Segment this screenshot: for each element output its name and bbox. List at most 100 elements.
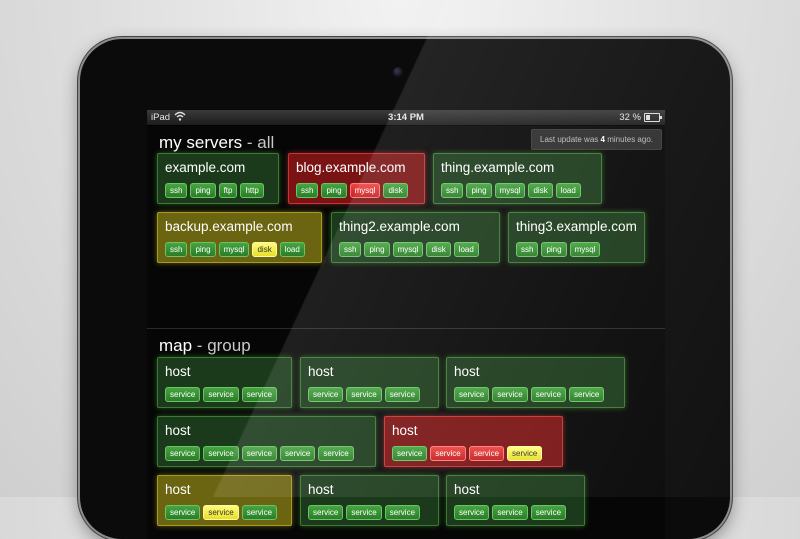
- screen: iPad 3:14 PM 32 % Last update was 4 minu…: [147, 110, 665, 539]
- check-badge-service[interactable]: service: [384, 505, 421, 520]
- check-badge-service[interactable]: service: [530, 387, 567, 402]
- check-badge-service[interactable]: service: [468, 446, 505, 461]
- check-badge-ping[interactable]: ping: [466, 183, 492, 198]
- ipad-device: iPad 3:14 PM 32 % Last update was 4 minu…: [80, 39, 730, 539]
- check-badge-http[interactable]: http: [240, 183, 264, 198]
- check-badge-service[interactable]: service: [280, 446, 316, 461]
- section-title-map: map - group: [159, 336, 251, 355]
- check-badge-ssh[interactable]: ssh: [296, 183, 319, 198]
- check-badge-service[interactable]: service: [492, 505, 528, 520]
- check-badge-service[interactable]: service: [203, 446, 239, 461]
- check-badge-service[interactable]: service: [454, 387, 490, 402]
- host-name: host: [454, 482, 480, 497]
- check-badge-ftp[interactable]: ftp: [218, 183, 238, 198]
- host-card[interactable]: host service service service: [300, 357, 439, 408]
- check-badge-load[interactable]: load: [453, 242, 479, 257]
- check-tags: ssh ping ftp http: [165, 180, 271, 198]
- check-badge-mysql[interactable]: mysql: [494, 183, 526, 198]
- check-badge-ping[interactable]: ping: [321, 183, 347, 198]
- check-badge-disk[interactable]: disk: [252, 242, 277, 257]
- check-badge-mysql[interactable]: mysql: [218, 242, 250, 257]
- update-suffix: minutes ago.: [607, 135, 653, 144]
- host-card[interactable]: host service service service service service: [157, 416, 376, 467]
- check-badge-service[interactable]: service: [165, 387, 201, 402]
- host-name: host: [392, 423, 418, 438]
- status-bar: iPad 3:14 PM 32 %: [147, 110, 665, 126]
- check-badge-service[interactable]: service: [507, 446, 543, 461]
- check-badge-service[interactable]: service: [392, 446, 428, 461]
- check-badge-service[interactable]: service: [308, 505, 344, 520]
- host-card[interactable]: host service service service service: [446, 357, 625, 408]
- server-name: blog.example.com: [296, 160, 406, 175]
- server-name: example.com: [165, 160, 246, 175]
- check-badge-mysql[interactable]: mysql: [569, 242, 601, 257]
- host-card[interactable]: host service service service service: [384, 416, 563, 467]
- check-badge-service[interactable]: service: [165, 505, 201, 520]
- server-card[interactable]: thing2.example.com ssh ping mysql disk load: [331, 212, 500, 263]
- section-title-main: map: [159, 336, 193, 355]
- check-badge-service[interactable]: service: [346, 505, 382, 520]
- host-card[interactable]: host service service service: [157, 475, 292, 526]
- check-badge-service[interactable]: service: [346, 387, 382, 402]
- check-badge-disk[interactable]: disk: [426, 242, 451, 257]
- check-badge-service[interactable]: service: [308, 387, 344, 402]
- check-tags: ssh ping mysql disk load: [441, 180, 594, 198]
- check-badge-ping[interactable]: ping: [190, 242, 216, 257]
- check-badge-service[interactable]: service: [203, 505, 239, 520]
- check-badge-service[interactable]: service: [430, 446, 466, 461]
- check-badge-service[interactable]: service: [203, 387, 239, 402]
- check-badge-ssh[interactable]: ssh: [441, 183, 464, 198]
- host-name: host: [308, 364, 334, 379]
- check-badge-service[interactable]: service: [530, 505, 567, 520]
- check-badge-ping[interactable]: ping: [364, 242, 390, 257]
- host-name: host: [454, 364, 480, 379]
- last-update-notice: Last update was 4 minutes ago.: [531, 129, 662, 150]
- update-prefix: Last update was: [540, 135, 599, 144]
- status-time: 3:14 PM: [388, 112, 424, 123]
- server-name: backup.example.com: [165, 219, 293, 234]
- server-card[interactable]: thing3.example.com ssh ping mysql: [508, 212, 645, 263]
- check-badge-ssh[interactable]: ssh: [339, 242, 362, 257]
- check-badge-service[interactable]: service: [241, 387, 278, 402]
- update-minutes: 4: [600, 135, 605, 144]
- host-card[interactable]: host service service service: [300, 475, 439, 526]
- check-badge-ssh[interactable]: ssh: [165, 242, 188, 257]
- check-badge-ssh[interactable]: ssh: [165, 183, 188, 198]
- server-card[interactable]: backup.example.com ssh ping mysql disk load: [157, 212, 322, 263]
- host-card[interactable]: host service service service: [157, 357, 292, 408]
- check-badge-service[interactable]: service: [384, 387, 421, 402]
- section-divider: [147, 328, 665, 329]
- check-badge-service[interactable]: service: [454, 505, 490, 520]
- host-name: host: [165, 482, 191, 497]
- server-name: thing2.example.com: [339, 219, 460, 234]
- check-badge-service[interactable]: service: [165, 446, 201, 461]
- check-badge-mysql[interactable]: mysql: [392, 242, 424, 257]
- check-badge-load[interactable]: load: [279, 242, 305, 257]
- check-tags: ssh ping mysql disk load: [339, 239, 492, 257]
- check-tags: service service service service: [392, 443, 555, 461]
- host-name: host: [165, 364, 191, 379]
- check-badge-service[interactable]: service: [318, 446, 354, 461]
- check-badge-service[interactable]: service: [492, 387, 528, 402]
- check-badge-ssh[interactable]: ssh: [516, 242, 539, 257]
- server-card[interactable]: blog.example.com ssh ping mysql disk: [288, 153, 425, 204]
- host-card[interactable]: host service service service: [446, 475, 585, 526]
- check-badge-disk[interactable]: disk: [528, 183, 553, 198]
- section-title-my-servers: my servers - all: [159, 133, 275, 152]
- check-badge-ping[interactable]: ping: [190, 183, 216, 198]
- check-tags: service service service: [165, 384, 284, 402]
- check-badge-service[interactable]: service: [241, 446, 278, 461]
- server-card[interactable]: thing.example.com ssh ping mysql disk load: [433, 153, 602, 204]
- check-tags: service service service: [308, 502, 431, 520]
- check-badge-ping[interactable]: ping: [541, 242, 567, 257]
- battery-icon: [644, 113, 662, 122]
- check-badge-disk[interactable]: disk: [383, 183, 408, 198]
- check-badge-load[interactable]: load: [555, 183, 581, 198]
- server-card[interactable]: example.com ssh ping ftp http: [157, 153, 279, 204]
- battery-percentage: 32 %: [619, 112, 641, 123]
- check-badge-mysql[interactable]: mysql: [349, 183, 381, 198]
- section-title-main: my servers: [159, 133, 243, 152]
- check-badge-service[interactable]: service: [569, 387, 605, 402]
- host-name: host: [308, 482, 334, 497]
- check-badge-service[interactable]: service: [241, 505, 278, 520]
